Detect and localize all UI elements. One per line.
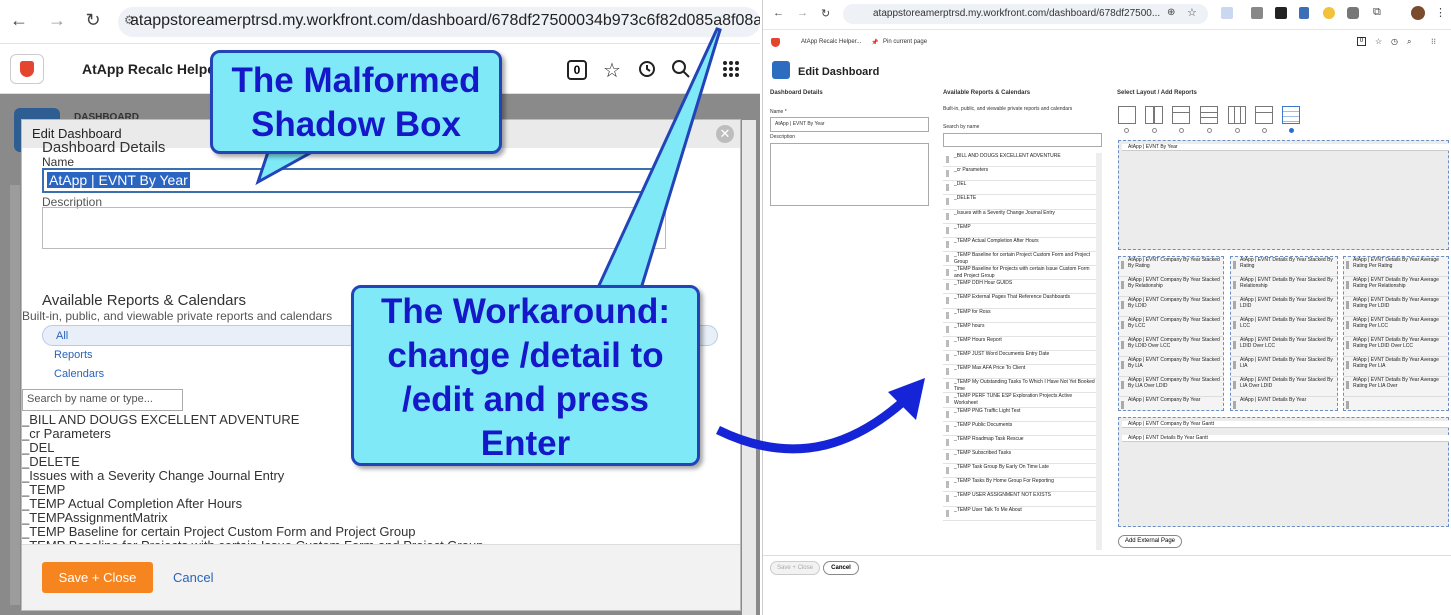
callout-workaround-text: The Workaround: change /detail to /edit … (380, 292, 671, 463)
callout-malformed: The Malformed Shadow Box (210, 50, 502, 154)
callout-malformed-text: The Malformed Shadow Box (231, 61, 481, 144)
callout-tail (255, 150, 318, 186)
arrow-curve (716, 396, 908, 454)
callout-tail (593, 27, 722, 294)
callout-workaround: The Workaround: change /detail to /edit … (351, 285, 700, 466)
